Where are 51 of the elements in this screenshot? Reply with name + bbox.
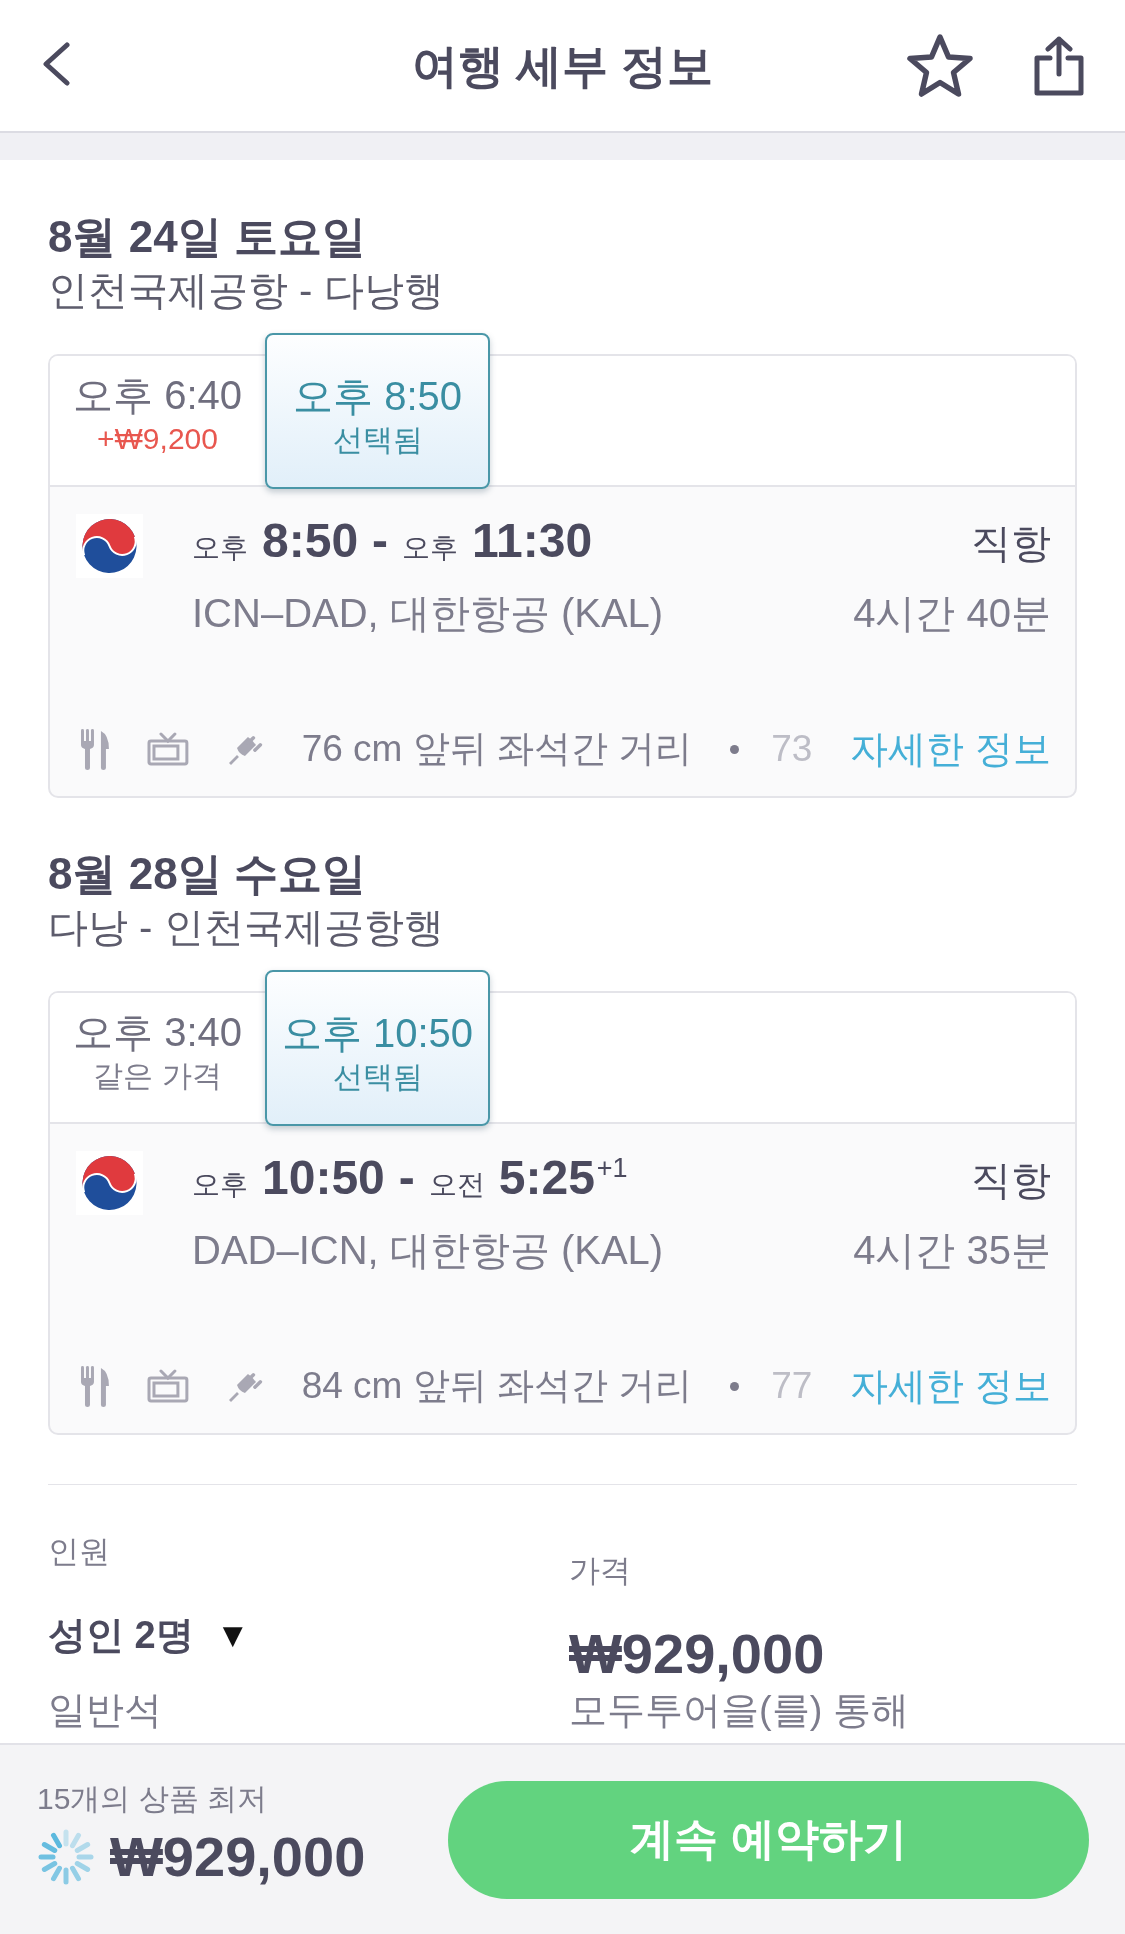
tv-icon: [146, 732, 189, 766]
date-heading: 8월 24일 토요일: [48, 211, 367, 263]
flight-route: ICN–DAD, 대한항공 (KAL): [192, 590, 664, 637]
price-label: 가격: [569, 1552, 631, 1590]
seat-pitch-text: 84 cm 앞뒤 좌석간 거리: [301, 1364, 693, 1408]
passenger-select[interactable]: 성인 2명 ▼: [48, 1611, 243, 1659]
flight-duration: 4시간 40분: [853, 590, 1051, 637]
page-title: 여행 세부 정보: [411, 38, 714, 94]
stops-label: 직항: [971, 1157, 1051, 1204]
truncated-text: 73: [771, 727, 813, 771]
cabin-class: 일반석: [48, 1688, 162, 1732]
continue-button[interactable]: 계속 예약하기: [448, 1780, 1089, 1899]
time-option-tab[interactable]: 오후 6:40 +₩9,200: [50, 356, 265, 485]
deals-count-text: 15개의 상품 최저: [37, 1781, 269, 1817]
date-heading: 8월 28일 수요일: [48, 848, 367, 900]
route-heading: 인천국제공항 - 다낭행: [48, 267, 445, 314]
period-label: 오전: [428, 1168, 485, 1202]
arrival-time: 5:25: [498, 1150, 595, 1206]
arrival-time: 11:30: [472, 513, 593, 569]
time-option-tab[interactable]: 오후 3:40 같은 가격: [50, 993, 265, 1122]
dot-icon: [730, 744, 740, 754]
route-heading: 다낭 - 인천국제공항행: [48, 904, 445, 951]
flight-route: DAD–ICN, 대한항공 (KAL): [192, 1227, 664, 1274]
total-price: ₩929,000: [569, 1623, 825, 1685]
dot-icon: [730, 1381, 740, 1391]
period-label: 오후: [192, 1168, 248, 1202]
departure-time: 8:50: [262, 513, 359, 569]
time-separator: -: [372, 513, 389, 569]
time-separator: -: [398, 1150, 415, 1206]
fork-knife-icon: [81, 728, 109, 770]
tv-icon: [146, 1369, 189, 1403]
spinner-icon: [37, 1828, 95, 1886]
details-link[interactable]: 자세한 정보: [850, 727, 1051, 771]
time-option-tab[interactable]: 오후 10:50 선택됨: [265, 970, 490, 1126]
period-label: 오후: [402, 531, 459, 565]
fork-knife-icon: [81, 1365, 109, 1407]
back-icon[interactable]: [41, 41, 71, 86]
details-link[interactable]: 자세한 정보: [850, 1364, 1051, 1408]
seat-pitch-text: 76 cm 앞뒤 좌석간 거리: [301, 727, 693, 771]
seller-text: 모두투어을(를) 통해: [569, 1688, 909, 1732]
passengers-label: 인원: [48, 1533, 110, 1571]
time-option-tab[interactable]: 오후 8:50 선택됨: [265, 333, 490, 489]
star-icon[interactable]: [906, 32, 974, 99]
period-label: 오후: [192, 531, 248, 565]
departure-time: 10:50: [262, 1150, 385, 1206]
stops-label: 직항: [971, 520, 1051, 567]
lowest-price: ₩929,000: [110, 1826, 366, 1888]
day-offset: +1: [596, 1152, 628, 1185]
flight-duration: 4시간 35분: [853, 1227, 1051, 1274]
truncated-text: 77: [771, 1364, 813, 1408]
share-icon[interactable]: [1034, 35, 1084, 96]
